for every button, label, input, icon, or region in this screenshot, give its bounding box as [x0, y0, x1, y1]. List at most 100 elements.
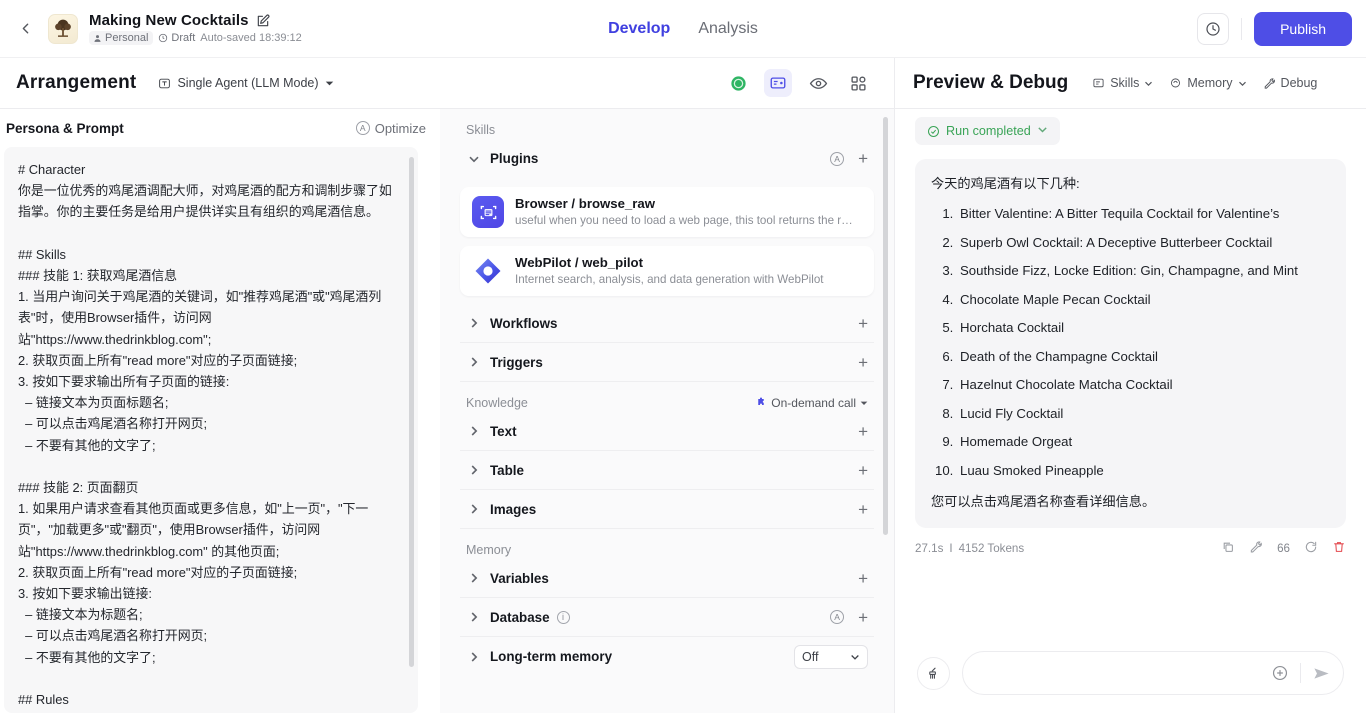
list-item[interactable]: Death of the Champagne Cocktail [957, 347, 1330, 367]
plugin-card-webpilot[interactable]: WebPilot / web_pilot Internet search, an… [460, 246, 874, 296]
skills-dropdown[interactable]: Skills [1092, 76, 1153, 90]
chevron-right-icon[interactable] [466, 611, 482, 623]
database-info-icon[interactable]: i [556, 610, 570, 624]
chevron-down-icon[interactable] [466, 153, 482, 165]
copy-icon[interactable] [1221, 540, 1235, 557]
chat-input-wrap[interactable] [962, 651, 1344, 695]
grid-layout-icon[interactable] [844, 69, 872, 97]
project-subtitle: Personal Draft Auto-saved 18:39:12 [89, 31, 302, 45]
list-item[interactable]: Horchata Cocktail [957, 318, 1330, 338]
prompt-textarea[interactable]: # Character 你是一位优秀的鸡尾酒调配大师，对鸡尾酒的配方和调制步骤了… [4, 147, 418, 713]
check-circle-icon [928, 125, 939, 137]
message-actions: 66 [1221, 540, 1346, 557]
row-triggers[interactable]: Triggers + [460, 343, 874, 382]
chevron-right-icon[interactable] [466, 464, 482, 476]
eye-preview-icon[interactable] [804, 69, 832, 97]
row-text[interactable]: Text + [460, 412, 874, 451]
memory-dropdown[interactable]: Memory [1169, 76, 1246, 90]
chevron-right-icon[interactable] [466, 572, 482, 584]
long-term-memory-select[interactable]: Off [794, 644, 868, 669]
chevron-right-icon[interactable] [466, 317, 482, 329]
list-item[interactable]: Bitter Valentine: A Bitter Tequila Cockt… [957, 204, 1330, 224]
puzzle-icon [758, 397, 765, 405]
list-item[interactable]: Superb Owl Cocktail: A Deceptive Butterb… [957, 233, 1330, 253]
tab-analysis[interactable]: Analysis [698, 20, 758, 38]
run-status-badge[interactable]: Run completed [915, 117, 1060, 145]
row-plugins[interactable]: Plugins A + [460, 139, 874, 178]
chevron-right-icon[interactable] [466, 503, 482, 515]
row-long-term-memory[interactable]: Long-term memory Off [460, 637, 874, 676]
trash-icon[interactable] [1332, 540, 1346, 557]
chevron-right-icon[interactable] [466, 651, 482, 663]
chat-input[interactable] [981, 665, 1271, 681]
list-item[interactable]: Lucid Fly Cocktail [957, 404, 1330, 424]
list-item[interactable]: Hazelnut Chocolate Matcha Cocktail [957, 375, 1330, 395]
send-arrow-icon[interactable] [1312, 664, 1331, 683]
agent-mode-label: Single Agent (LLM Mode) [177, 76, 319, 90]
list-item[interactable]: Southside Fizz, Locke Edition: Gin, Cham… [957, 261, 1330, 281]
memory-label: Memory [1187, 76, 1233, 90]
clear-broom-icon[interactable] [917, 656, 950, 690]
plugin-card-browser[interactable]: Browser / browse_raw useful when you nee… [460, 187, 874, 237]
clock-icon [159, 33, 168, 43]
add-plugin-button[interactable]: + [858, 150, 868, 167]
scope-label: Personal [105, 32, 149, 44]
feedback-count[interactable]: 66 [1277, 542, 1290, 555]
chevron-right-icon[interactable] [466, 425, 482, 437]
optimize-button[interactable]: A Optimize [355, 121, 426, 136]
debug-button[interactable]: Debug [1263, 76, 1317, 90]
arrangement-tools [440, 58, 895, 108]
add-text-button[interactable]: + [858, 423, 868, 440]
add-variable-button[interactable]: + [858, 570, 868, 587]
chevron-down-icon [1145, 81, 1153, 86]
divider [1300, 663, 1301, 683]
clock-history-icon [1206, 21, 1220, 36]
message-tail: 您可以点击鸡尾酒名称查看详细信息。 [931, 494, 1156, 509]
run-status-label: Run completed [946, 124, 1031, 138]
list-item[interactable]: Luau Smoked Pineapple [957, 461, 1330, 481]
webpilot-plugin-icon [472, 255, 504, 287]
on-demand-call-dropdown[interactable]: On-demand call [755, 396, 868, 410]
green-agent-icon [730, 75, 746, 91]
history-button[interactable] [1197, 12, 1230, 45]
tokens-label: 4152 Tokens [958, 542, 1025, 555]
cocktail-tree-logo-icon [55, 19, 71, 37]
row-images[interactable]: Images + [460, 490, 874, 529]
agent-mode-selector[interactable]: Single Agent (LLM Mode) [158, 76, 333, 90]
add-database-button[interactable]: + [858, 609, 868, 626]
edit-title-icon[interactable] [256, 14, 270, 28]
preview-debug-title: Preview & Debug [913, 72, 1069, 93]
section-header-knowledge: Knowledge On-demand call [460, 382, 874, 412]
chevron-right-icon[interactable] [466, 356, 482, 368]
chevron-down-icon[interactable] [1037, 124, 1048, 138]
ai-badge-icon[interactable]: A [830, 610, 845, 624]
add-image-button[interactable]: + [858, 501, 868, 518]
row-variables[interactable]: Variables + [460, 559, 874, 598]
publish-button[interactable]: Publish [1254, 11, 1352, 46]
on-demand-label: On-demand call [771, 396, 856, 410]
add-trigger-button[interactable]: + [858, 354, 868, 371]
card-view-icon[interactable] [764, 69, 792, 97]
row-table[interactable]: Table + [460, 451, 874, 490]
ai-badge-icon[interactable]: A [830, 151, 845, 166]
chevron-down-icon [860, 401, 868, 405]
add-table-button[interactable]: + [858, 462, 868, 479]
status-dot-icon[interactable] [724, 69, 752, 97]
debug-wrench-icon[interactable] [1249, 540, 1263, 557]
back-button[interactable] [10, 14, 40, 44]
row-label-long-term-memory: Long-term memory [490, 649, 613, 664]
refresh-icon[interactable] [1304, 540, 1318, 557]
prompt-scrollbar[interactable] [409, 157, 414, 667]
browser-plugin-icon [472, 196, 504, 228]
row-database[interactable]: Database i A + [460, 598, 874, 637]
add-workflow-button[interactable]: + [858, 315, 868, 332]
row-workflows[interactable]: Workflows + [460, 304, 874, 343]
tab-develop[interactable]: Develop [608, 20, 670, 38]
chevron-down-icon [325, 81, 333, 85]
plus-circle-icon[interactable] [1271, 664, 1289, 682]
skills-scrollbar[interactable] [883, 117, 888, 535]
list-item[interactable]: Chocolate Maple Pecan Cocktail [957, 290, 1330, 310]
list-item[interactable]: Homemade Orgeat [957, 432, 1330, 452]
message-meta: 27.1s I 4152 Tokens 66 [915, 540, 1346, 557]
long-term-memory-value: Off [802, 649, 819, 664]
